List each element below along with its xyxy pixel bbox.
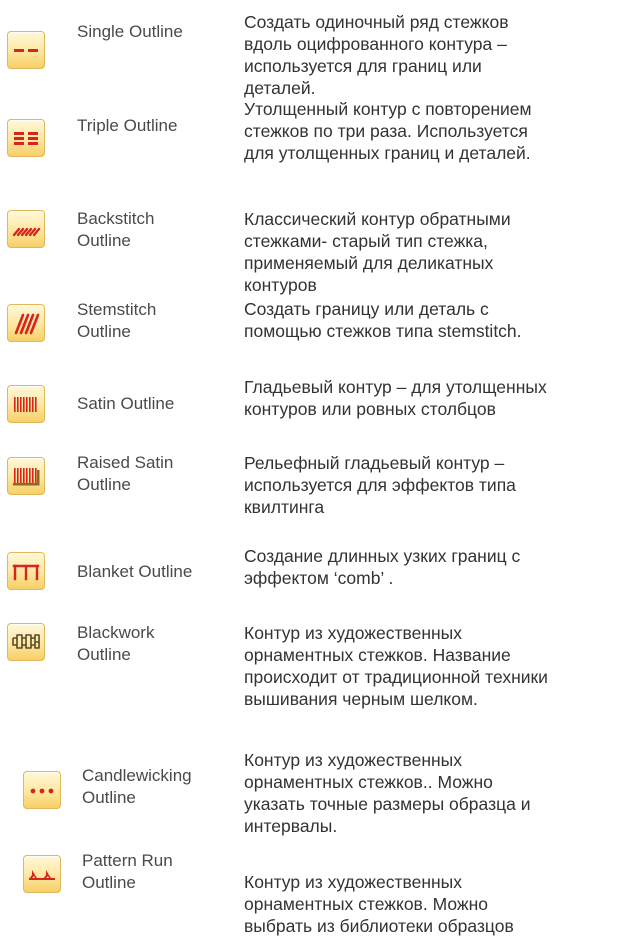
pattern-run-outline-icon[interactable] — [23, 855, 61, 893]
description-line: стежками- старый тип стежка, — [244, 231, 488, 251]
description-line: используется для эффектов типа — [244, 475, 516, 495]
single-outline-icon[interactable] — [7, 31, 45, 69]
description-line: орнаментных стежков. Название — [244, 645, 511, 665]
description-line: Рельефный гладьевый контур – — [244, 453, 505, 473]
description-line: Создать границу или деталь с — [244, 299, 489, 319]
description-line: для утолщенных границ и деталей. — [244, 143, 531, 163]
blackwork-outline-icon[interactable] — [7, 623, 45, 661]
description-line: деталей. — [244, 78, 316, 98]
satin-outline-description: Гладьевый контур – для утолщенных контур… — [244, 376, 616, 420]
description-line: контуров или ровных столбцов — [244, 399, 496, 419]
description-line: помощью стежков типа stemstitch. — [244, 321, 522, 341]
label-line: Blackwork — [77, 623, 155, 642]
label-line: Outline — [82, 788, 136, 807]
blackwork-outline-label: Blackwork Outline — [77, 622, 154, 666]
label-line: Outline — [77, 475, 131, 494]
single-outline-label: Single Outline — [77, 21, 183, 43]
description-line: вдоль оцифрованного контура – — [244, 34, 507, 54]
label-line: Outline — [77, 322, 131, 341]
label-line: Single Outline — [77, 22, 183, 41]
blanket-outline-description: Создание длинных узких границ с эффектом… — [244, 545, 616, 589]
description-line: стежков по три раза. Используется — [244, 121, 528, 141]
description-line: интервалы. — [244, 816, 338, 836]
description-line: происходит от традиционной техники — [244, 667, 548, 687]
description-line: Создание длинных узких границ с — [244, 546, 521, 566]
pattern-run-outline-description: Контур из художественных орнаментных сте… — [244, 871, 616, 937]
label-line: Candlewicking — [82, 766, 192, 785]
description-line: Создать одиночный ряд стежков — [244, 12, 509, 32]
stemstitch-outline-description: Создать границу или деталь с помощью сте… — [244, 298, 616, 342]
backstitch-outline-label: Backstitch Outline — [77, 208, 154, 252]
triple-outline-icon[interactable] — [7, 119, 45, 157]
description-line: квилтинга — [244, 497, 325, 517]
label-line: Triple Outline — [77, 116, 178, 135]
description-line: орнаментных стежков.. Можно — [244, 772, 493, 792]
raised-satin-outline-description: Рельефный гладьевый контур – используетс… — [244, 452, 616, 518]
description-line: Контур из художественных — [244, 872, 462, 892]
label-line: Raised Satin — [77, 453, 174, 472]
backstitch-outline-icon[interactable] — [7, 210, 45, 248]
description-line: орнаментных стежков. Можно — [244, 894, 488, 914]
description-line: применяемый для деликатных — [244, 253, 494, 273]
label-line: Satin Outline — [77, 394, 175, 413]
description-line: Контур из художественных — [244, 623, 462, 643]
label-line: Outline — [77, 231, 131, 250]
satin-outline-icon[interactable] — [7, 385, 45, 423]
label-line: Backstitch — [77, 209, 155, 228]
blanket-outline-label: Blanket Outline — [77, 561, 192, 583]
stemstitch-outline-icon[interactable] — [7, 304, 45, 342]
description-line: Контур из художественных — [244, 750, 462, 770]
label-line: Stemstitch — [77, 300, 157, 319]
description-line: вышивания черным шелком. — [244, 689, 478, 709]
description-line: указать точные размеры образца и — [244, 794, 531, 814]
candlewicking-outline-label: Candlewicking Outline — [82, 765, 192, 809]
label-line: Blanket Outline — [77, 562, 193, 581]
description-line: выбрать из библиотеки образцов — [244, 916, 514, 936]
triple-outline-description: Утолщенный контур с повторением стежков … — [244, 98, 616, 164]
raised-satin-outline-icon[interactable] — [7, 457, 45, 495]
single-outline-description: Создать одиночный ряд стежков вдоль оциф… — [244, 11, 616, 99]
candlewicking-outline-icon[interactable] — [23, 771, 61, 809]
description-line: Гладьевый контур – для утолщенных — [244, 377, 547, 397]
label-line: Pattern Run — [82, 851, 173, 870]
stemstitch-outline-label: Stemstitch Outline — [77, 299, 156, 343]
description-line: контуров — [244, 275, 317, 295]
blanket-outline-icon[interactable] — [7, 552, 45, 590]
satin-outline-label: Satin Outline — [77, 393, 174, 415]
pattern-run-outline-label: Pattern Run Outline — [82, 850, 173, 894]
description-line: Утолщенный контур с повторением — [244, 99, 532, 119]
description-line: Классический контур обратными — [244, 209, 511, 229]
label-line: Outline — [77, 645, 131, 664]
raised-satin-outline-label: Raised Satin Outline — [77, 452, 173, 496]
candlewicking-outline-description: Контур из художественных орнаментных сте… — [244, 749, 616, 837]
label-line: Outline — [82, 873, 136, 892]
blackwork-outline-description: Контур из художественных орнаментных сте… — [244, 622, 616, 710]
triple-outline-label: Triple Outline — [77, 115, 177, 137]
description-line: эффектом ‘comb’ . — [244, 568, 394, 588]
description-line: используется для границ или — [244, 56, 482, 76]
backstitch-outline-description: Классический контур обратными стежками- … — [244, 208, 616, 296]
